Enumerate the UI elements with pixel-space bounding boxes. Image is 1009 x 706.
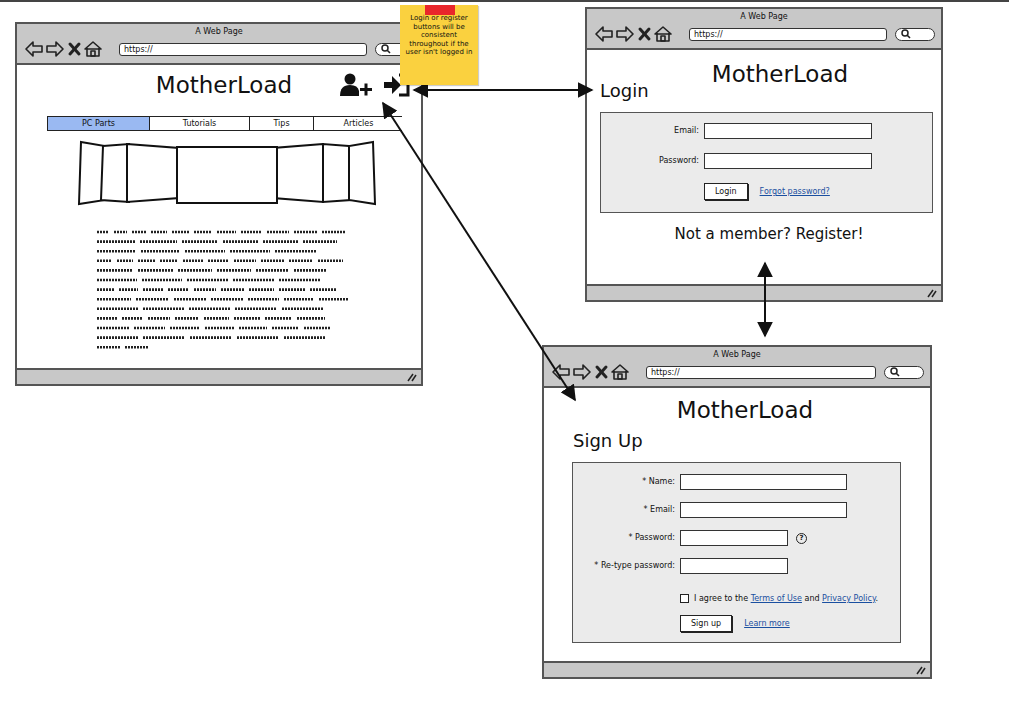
browser-toolbar: https:// (544, 360, 930, 380)
field-label: * Name: (573, 477, 675, 487)
forward-arrow-icon[interactable] (617, 27, 633, 41)
stop-x-icon[interactable] (640, 29, 649, 39)
site-logo[interactable]: MotherLoad (156, 71, 292, 99)
signup-heading: Sign Up (544, 430, 930, 452)
tape (425, 5, 455, 15)
flow-arrows (0, 0, 1009, 706)
text-placeholder (97, 228, 359, 356)
forgot-password-link[interactable]: Forgot password? (760, 187, 830, 196)
note-text: Login or register buttons will be consis… (403, 14, 475, 57)
password-input[interactable] (680, 558, 788, 574)
window-title: A Web Page (587, 9, 941, 22)
signup-arrow (383, 103, 575, 400)
field-label: * Password: (573, 533, 675, 543)
back-arrow-icon[interactable] (553, 365, 569, 379)
image-carousel[interactable] (77, 140, 377, 206)
register-arrow (764, 263, 766, 336)
signup-button[interactable]: Sign up (680, 615, 732, 632)
signup-content: MotherLoad Sign Up * Name: * Email: * Pa… (544, 388, 930, 661)
top-border (0, 0, 1009, 2)
navigation-icons[interactable] (595, 26, 681, 42)
stop-x-icon[interactable] (70, 44, 79, 54)
field-label: * Email: (573, 505, 675, 515)
terms-agreement: I agree to the Terms of Use and Privacy … (680, 594, 880, 603)
resize-grip-icon[interactable] (925, 288, 937, 298)
window-title: A Web Page (17, 24, 421, 37)
add-user-icon[interactable] (339, 73, 373, 97)
home-page-window: A Web Page https:// MotherLoad PC PartsT… (15, 22, 423, 386)
home-header: MotherLoad (17, 71, 421, 99)
nav-tabs: PC PartsTutorialsTipsArticles (47, 116, 402, 131)
magnifier-icon (890, 367, 900, 377)
back-arrow-icon[interactable] (26, 42, 42, 56)
nav-tab[interactable]: PC Parts (48, 117, 149, 130)
forward-arrow-icon[interactable] (47, 42, 63, 56)
sticky-note: Login or register buttons will be consis… (400, 5, 478, 85)
learn-more-link[interactable]: Learn more (744, 619, 790, 628)
nav-tab[interactable]: Tips (249, 117, 313, 130)
magnifier-icon (381, 44, 391, 54)
window-title: A Web Page (544, 347, 930, 360)
back-arrow-icon[interactable] (596, 27, 612, 41)
register-link[interactable]: Not a member? Register! (587, 225, 941, 243)
resize-grip-icon[interactable] (405, 372, 417, 382)
browser-statusbar (17, 368, 421, 384)
forward-arrow-icon[interactable] (574, 365, 590, 379)
nav-tab[interactable]: Tutorials (149, 117, 249, 130)
text-input[interactable] (704, 123, 872, 139)
search-field[interactable] (895, 28, 935, 41)
home-icon[interactable] (612, 365, 628, 379)
signup-page-window: A Web Page https:// MotherLoad Sign Up *… (542, 345, 932, 679)
auth-buttons (292, 73, 411, 97)
home-icon[interactable] (655, 27, 671, 41)
agree-text: . (875, 594, 878, 603)
browser-statusbar (544, 661, 930, 677)
text-input[interactable] (680, 474, 847, 490)
login-form: Email: Password: Login Forgot password? (600, 112, 933, 213)
password-input[interactable] (680, 530, 788, 546)
agree-checkbox[interactable] (680, 594, 689, 603)
policy-link[interactable]: Privacy Policy (822, 594, 875, 603)
policy-link[interactable]: Terms of Use (751, 594, 802, 603)
agree-text: and (802, 594, 822, 603)
nav-tab[interactable]: Articles (313, 117, 403, 130)
text-input[interactable] (680, 502, 847, 518)
browser-titlebar: A Web Page https:// (544, 347, 930, 388)
help-icon[interactable]: ? (796, 533, 807, 544)
home-icon[interactable] (85, 42, 101, 56)
field-label: Password: (601, 156, 699, 166)
search-field[interactable] (884, 366, 924, 379)
field-label: Email: (601, 126, 699, 136)
wireframe-canvas: A Web Page https:// MotherLoad PC PartsT… (0, 0, 1009, 706)
browser-toolbar: https:// (587, 22, 941, 42)
navigation-icons[interactable] (552, 364, 638, 380)
home-content: MotherLoad PC PartsTutorialsTipsArticles (17, 65, 421, 368)
resize-grip-icon[interactable] (914, 665, 926, 675)
login-page-window: A Web Page https:// MotherLoad Login Ema… (585, 7, 943, 302)
login-button[interactable]: Login (704, 183, 748, 200)
browser-titlebar: A Web Page https:// (587, 9, 941, 50)
site-logo[interactable]: MotherLoad (544, 396, 930, 424)
browser-toolbar: https:// (17, 37, 421, 57)
password-input[interactable] (704, 153, 872, 169)
signup-form: * Name: * Email: * Password: ? * Re-type … (572, 462, 901, 643)
stop-x-icon[interactable] (597, 367, 606, 377)
magnifier-icon (901, 29, 911, 39)
url-field[interactable]: https:// (119, 43, 367, 56)
field-label: * Re-type password: (573, 561, 675, 571)
url-field[interactable]: https:// (646, 366, 876, 379)
browser-titlebar: A Web Page https:// (17, 24, 421, 65)
navigation-icons[interactable] (25, 41, 111, 57)
login-arrow (414, 89, 592, 91)
agree-text: I agree to the (694, 594, 751, 603)
login-content: MotherLoad Login Email: Password: Login … (587, 50, 941, 284)
browser-statusbar (587, 284, 941, 300)
url-field[interactable]: https:// (689, 28, 887, 41)
